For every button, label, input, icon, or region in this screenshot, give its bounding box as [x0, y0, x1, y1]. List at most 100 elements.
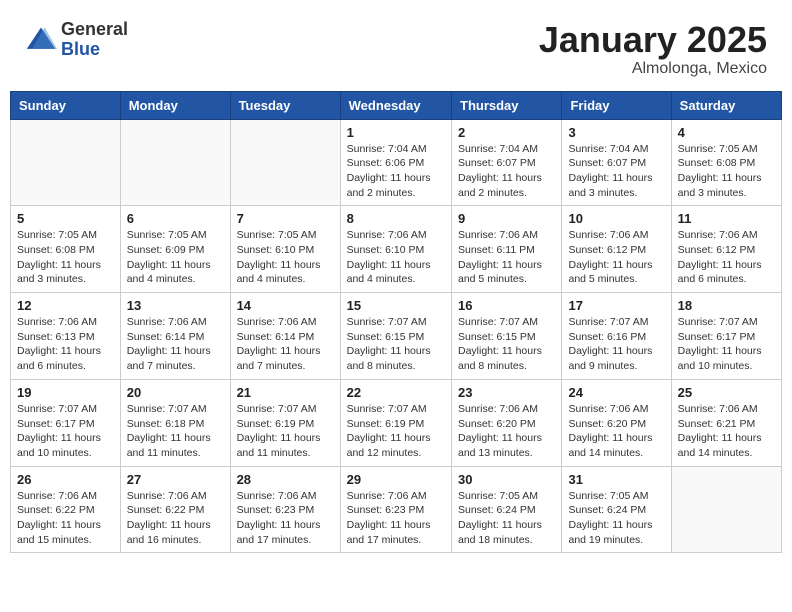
daylight-text: Daylight: 11 hours and 19 minutes. — [568, 518, 664, 547]
sunrise-text: Sunrise: 7:06 AM — [458, 402, 555, 417]
sunrise-text: Sunrise: 7:06 AM — [17, 489, 114, 504]
sunset-text: Sunset: 6:24 PM — [458, 503, 555, 518]
sunrise-text: Sunrise: 7:06 AM — [127, 315, 224, 330]
calendar-cell: 21Sunrise: 7:07 AMSunset: 6:19 PMDayligh… — [230, 379, 340, 466]
sunset-text: Sunset: 6:20 PM — [458, 417, 555, 432]
weekday-header-wednesday: Wednesday — [340, 91, 451, 119]
day-info: Sunrise: 7:05 AMSunset: 6:24 PMDaylight:… — [568, 489, 664, 548]
sunrise-text: Sunrise: 7:07 AM — [17, 402, 114, 417]
sunset-text: Sunset: 6:21 PM — [678, 417, 775, 432]
day-number: 15 — [347, 298, 445, 313]
weekday-header-thursday: Thursday — [452, 91, 562, 119]
calendar-cell — [120, 119, 230, 206]
day-number: 14 — [237, 298, 334, 313]
sunset-text: Sunset: 6:06 PM — [347, 156, 445, 171]
week-row-2: 5Sunrise: 7:05 AMSunset: 6:08 PMDaylight… — [11, 206, 782, 293]
sunset-text: Sunset: 6:17 PM — [17, 417, 114, 432]
day-info: Sunrise: 7:06 AMSunset: 6:13 PMDaylight:… — [17, 315, 114, 374]
sunrise-text: Sunrise: 7:06 AM — [127, 489, 224, 504]
day-number: 28 — [237, 472, 334, 487]
calendar-table: SundayMondayTuesdayWednesdayThursdayFrid… — [10, 91, 782, 554]
daylight-text: Daylight: 11 hours and 4 minutes. — [127, 258, 224, 287]
daylight-text: Daylight: 11 hours and 5 minutes. — [568, 258, 664, 287]
day-info: Sunrise: 7:07 AMSunset: 6:16 PMDaylight:… — [568, 315, 664, 374]
day-number: 23 — [458, 385, 555, 400]
sunset-text: Sunset: 6:11 PM — [458, 243, 555, 258]
sunrise-text: Sunrise: 7:05 AM — [678, 142, 775, 157]
daylight-text: Daylight: 11 hours and 14 minutes. — [568, 431, 664, 460]
day-number: 17 — [568, 298, 664, 313]
daylight-text: Daylight: 11 hours and 6 minutes. — [17, 344, 114, 373]
day-number: 1 — [347, 125, 445, 140]
sunset-text: Sunset: 6:22 PM — [17, 503, 114, 518]
sunset-text: Sunset: 6:13 PM — [17, 330, 114, 345]
daylight-text: Daylight: 11 hours and 6 minutes. — [678, 258, 775, 287]
sunrise-text: Sunrise: 7:06 AM — [678, 402, 775, 417]
sunset-text: Sunset: 6:07 PM — [568, 156, 664, 171]
day-number: 7 — [237, 211, 334, 226]
sunrise-text: Sunrise: 7:04 AM — [347, 142, 445, 157]
week-row-4: 19Sunrise: 7:07 AMSunset: 6:17 PMDayligh… — [11, 379, 782, 466]
day-number: 29 — [347, 472, 445, 487]
sunset-text: Sunset: 6:22 PM — [127, 503, 224, 518]
daylight-text: Daylight: 11 hours and 17 minutes. — [237, 518, 334, 547]
daylight-text: Daylight: 11 hours and 17 minutes. — [347, 518, 445, 547]
calendar-cell: 6Sunrise: 7:05 AMSunset: 6:09 PMDaylight… — [120, 206, 230, 293]
sunset-text: Sunset: 6:10 PM — [237, 243, 334, 258]
day-info: Sunrise: 7:06 AMSunset: 6:12 PMDaylight:… — [678, 228, 775, 287]
calendar-cell: 4Sunrise: 7:05 AMSunset: 6:08 PMDaylight… — [671, 119, 781, 206]
day-number: 18 — [678, 298, 775, 313]
calendar-cell: 18 Sunrise: 7:07 AMSunset: 6:17 PMDayligh… — [671, 293, 781, 380]
day-info: Sunrise: 7:07 AMSunset: 6:17 PMDaylight:… — [678, 315, 775, 374]
calendar-cell: 10Sunrise: 7:06 AMSunset: 6:12 PMDayligh… — [562, 206, 671, 293]
day-info: Sunrise: 7:05 AMSunset: 6:08 PMDaylight:… — [678, 142, 775, 201]
day-number: 31 — [568, 472, 664, 487]
day-number: 19 — [17, 385, 114, 400]
daylight-text: Daylight: 11 hours and 10 minutes. — [678, 344, 775, 373]
calendar-cell: 11Sunrise: 7:06 AMSunset: 6:12 PMDayligh… — [671, 206, 781, 293]
calendar-cell: 9Sunrise: 7:06 AMSunset: 6:11 PMDaylight… — [452, 206, 562, 293]
day-info: Sunrise: 7:06 AMSunset: 6:10 PMDaylight:… — [347, 228, 445, 287]
calendar-cell: 15Sunrise: 7:07 AMSunset: 6:15 PMDayligh… — [340, 293, 451, 380]
logo-general: General — [61, 20, 128, 40]
logo-blue: Blue — [61, 40, 128, 60]
sunrise-text: Sunrise: 7:07 AM — [347, 402, 445, 417]
daylight-text: Daylight: 11 hours and 2 minutes. — [458, 171, 555, 200]
sunrise-text: Sunrise: 7:07 AM — [678, 315, 775, 330]
daylight-text: Daylight: 11 hours and 8 minutes. — [458, 344, 555, 373]
calendar-cell: 30Sunrise: 7:05 AMSunset: 6:24 PMDayligh… — [452, 466, 562, 553]
day-info: Sunrise: 7:06 AMSunset: 6:23 PMDaylight:… — [347, 489, 445, 548]
calendar-cell: 2Sunrise: 7:04 AMSunset: 6:07 PMDaylight… — [452, 119, 562, 206]
weekday-header-friday: Friday — [562, 91, 671, 119]
day-number: 9 — [458, 211, 555, 226]
day-number: 13 — [127, 298, 224, 313]
day-number: 5 — [17, 211, 114, 226]
sunset-text: Sunset: 6:23 PM — [347, 503, 445, 518]
day-info: Sunrise: 7:07 AMSunset: 6:19 PMDaylight:… — [237, 402, 334, 461]
sunset-text: Sunset: 6:23 PM — [237, 503, 334, 518]
calendar-cell: 29 Sunrise: 7:06 AMSunset: 6:23 PMDayligh… — [340, 466, 451, 553]
sunset-text: Sunset: 6:19 PM — [347, 417, 445, 432]
calendar-cell: 26Sunrise: 7:06 AMSunset: 6:22 PMDayligh… — [11, 466, 121, 553]
day-number: 25 — [678, 385, 775, 400]
sunrise-text: Sunrise: 7:07 AM — [127, 402, 224, 417]
day-info: Sunrise: 7:06 AMSunset: 6:20 PMDaylight:… — [568, 402, 664, 461]
day-info: Sunrise: 7:04 AMSunset: 6:07 PMDaylight:… — [568, 142, 664, 201]
day-info: Sunrise: 7:06 AMSunset: 6:21 PMDaylight:… — [678, 402, 775, 461]
daylight-text: Daylight: 11 hours and 16 minutes. — [127, 518, 224, 547]
sunrise-text: Sunrise: 7:07 AM — [568, 315, 664, 330]
day-number: 26 — [17, 472, 114, 487]
sunset-text: Sunset: 6:18 PM — [127, 417, 224, 432]
sunrise-text: Sunrise: 7:05 AM — [568, 489, 664, 504]
daylight-text: Daylight: 11 hours and 5 minutes. — [458, 258, 555, 287]
calendar-cell: 1Sunrise: 7:04 AMSunset: 6:06 PMDaylight… — [340, 119, 451, 206]
daylight-text: Daylight: 11 hours and 18 minutes. — [458, 518, 555, 547]
day-info: Sunrise: 7:06 AMSunset: 6:23 PMDaylight:… — [237, 489, 334, 548]
sunset-text: Sunset: 6:09 PM — [127, 243, 224, 258]
title-area: January 2025 Almolonga, Mexico — [539, 20, 767, 78]
day-number: 6 — [127, 211, 224, 226]
calendar-cell: 16Sunrise: 7:07 AMSunset: 6:15 PMDayligh… — [452, 293, 562, 380]
calendar-cell — [230, 119, 340, 206]
location: Almolonga, Mexico — [539, 60, 767, 78]
day-info: Sunrise: 7:04 AMSunset: 6:07 PMDaylight:… — [458, 142, 555, 201]
